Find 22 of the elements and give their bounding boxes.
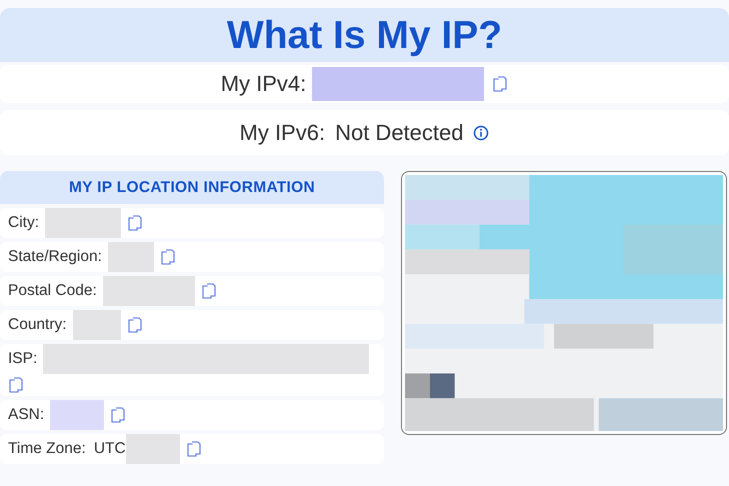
field-label: Postal Code:: [8, 282, 97, 300]
info-icon[interactable]: [473, 124, 490, 140]
ip-label: My IPv4:: [220, 71, 306, 97]
field-label: City:: [8, 214, 39, 232]
field-value: UTC: [94, 440, 126, 458]
field-label: Country:: [8, 316, 67, 334]
field-label: State/Region:: [8, 248, 102, 266]
field-label: Time Zone:: [8, 440, 86, 458]
copy-icon[interactable]: [126, 317, 143, 333]
ip-label: My IPv6:: [240, 120, 326, 146]
copy-icon[interactable]: [8, 377, 24, 393]
copy-icon[interactable]: [110, 407, 126, 423]
section-heading: MY IP LOCATION INFORMATION: [0, 171, 384, 204]
field-label: ISP:: [8, 350, 38, 368]
copy-icon[interactable]: [200, 283, 217, 299]
copy-icon[interactable]: [160, 249, 176, 265]
field-label: ASN:: [8, 406, 44, 424]
ip-value: Not Detected: [335, 120, 464, 146]
page-title: What Is My IP?: [226, 14, 502, 57]
copy-icon[interactable]: [492, 76, 508, 92]
copy-icon[interactable]: [186, 441, 202, 457]
copy-icon[interactable]: [127, 215, 143, 231]
